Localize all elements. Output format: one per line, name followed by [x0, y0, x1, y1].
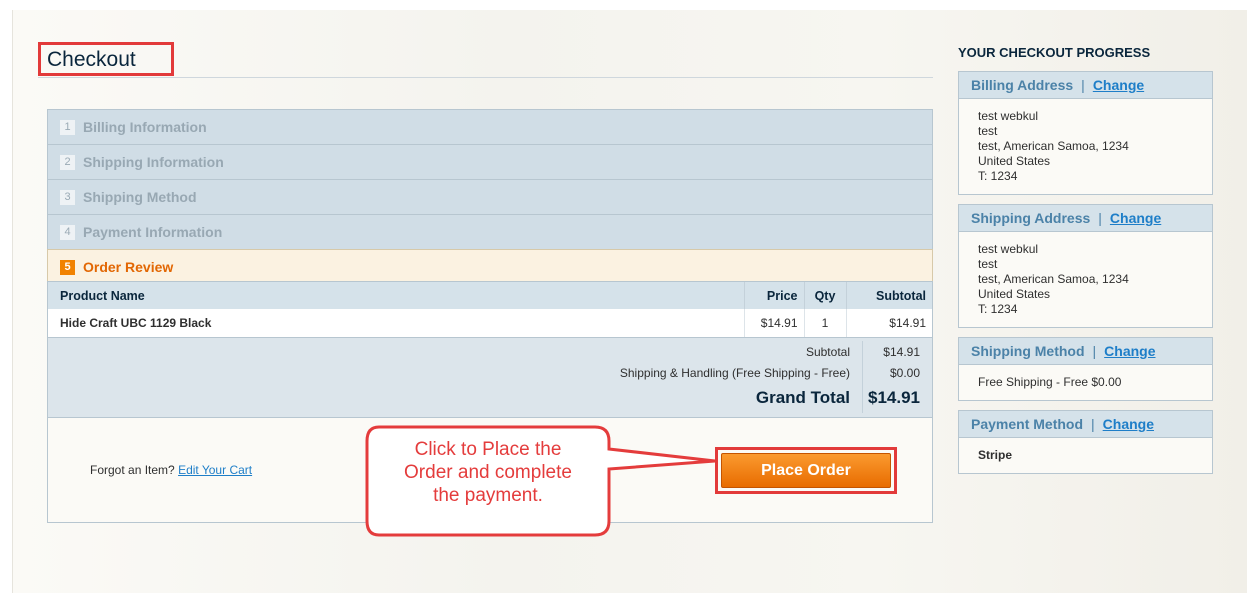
- product-qty: 1: [804, 309, 847, 337]
- billing-address-block: Billing Address | Change test webkul tes…: [958, 71, 1213, 195]
- step-label: Billing Information: [83, 119, 207, 135]
- address-line: United States: [978, 287, 1051, 301]
- separator: |: [1098, 210, 1102, 226]
- edit-cart-link[interactable]: Edit Your Cart: [178, 463, 252, 477]
- column-header-price: Price: [744, 282, 805, 309]
- callout-line: Order and complete: [404, 462, 572, 483]
- product-price: $14.91: [744, 309, 805, 337]
- callout-line: Click to Place the: [414, 439, 562, 460]
- checkout-progress-sidebar: YOUR CHECKOUT PROGRESS Billing Address |…: [958, 43, 1213, 483]
- payment-method-title: Payment Method: [971, 416, 1084, 432]
- totals-row-grand-total: Grand Total $14.91: [48, 383, 932, 413]
- subtotal-label: Subtotal: [805, 344, 850, 359]
- step-shipping-method[interactable]: 3 Shipping Method: [47, 179, 933, 214]
- forgot-item-text: Forgot an Item? Edit Your Cart: [90, 463, 252, 477]
- grand-total-value: $14.91: [862, 383, 932, 413]
- payment-method-heading: Payment Method | Change: [959, 411, 1212, 438]
- page-title: Checkout: [38, 42, 174, 76]
- step-number: 4: [60, 224, 75, 240]
- payment-method-body: Stripe: [959, 438, 1212, 473]
- address-line: test, American Samoa, 1234: [978, 272, 1129, 286]
- checkout-steps: 1 Billing Information 2 Shipping Informa…: [47, 109, 933, 284]
- order-totals: Subtotal $14.91 Shipping & Handling (Fre…: [48, 337, 932, 417]
- step-label: Payment Information: [83, 224, 223, 240]
- column-header-qty: Qty: [804, 282, 847, 309]
- step-label: Shipping Information: [83, 154, 224, 170]
- callout-text: Click to Place the Order and complete th…: [373, 438, 603, 507]
- product-name: Hide Craft UBC 1129 Black: [48, 309, 745, 337]
- grand-total-label: Grand Total: [755, 388, 850, 407]
- shipping-method-title: Shipping Method: [971, 343, 1085, 359]
- step-number: 5: [60, 259, 75, 275]
- shipping-method-change-link[interactable]: Change: [1104, 343, 1155, 359]
- address-line: T: 1234: [978, 302, 1018, 316]
- separator: |: [1091, 416, 1095, 432]
- step-label: Shipping Method: [83, 189, 197, 205]
- billing-address-body: test webkul test test, American Samoa, 1…: [959, 99, 1212, 194]
- step-order-review[interactable]: 5 Order Review: [47, 249, 933, 284]
- shipping-method-heading: Shipping Method | Change: [959, 338, 1212, 365]
- table-header-row: Product Name Price Qty Subtotal: [48, 282, 932, 309]
- table-row: Hide Craft UBC 1129 Black $14.91 1 $14.9…: [48, 309, 932, 337]
- billing-address-heading: Billing Address | Change: [959, 72, 1212, 99]
- shipping-label: Shipping & Handling (Free Shipping - Fre…: [619, 365, 850, 380]
- step-number: 1: [60, 119, 75, 135]
- step-label: Order Review: [83, 259, 174, 275]
- totals-row-subtotal: Subtotal $14.91: [48, 341, 932, 362]
- address-line: test: [978, 124, 998, 138]
- place-order-button[interactable]: Place Order: [721, 453, 891, 488]
- step-shipping-information[interactable]: 2 Shipping Information: [47, 144, 933, 179]
- sidebar-title: YOUR CHECKOUT PROGRESS: [958, 45, 1151, 60]
- billing-change-link[interactable]: Change: [1093, 77, 1144, 93]
- shipping-change-link[interactable]: Change: [1110, 210, 1161, 226]
- step-number: 2: [60, 154, 75, 170]
- subtotal-value: $14.91: [862, 341, 932, 362]
- address-line: T: 1234: [978, 169, 1018, 183]
- forgot-item-label: Forgot an Item?: [90, 463, 175, 477]
- step-billing-information[interactable]: 1 Billing Information: [47, 109, 933, 144]
- totals-row-shipping: Shipping & Handling (Free Shipping - Fre…: [48, 362, 932, 383]
- payment-method-change-link[interactable]: Change: [1103, 416, 1154, 432]
- title-bar: Checkout: [38, 42, 933, 78]
- shipping-method-block: Shipping Method | Change Free Shipping -…: [958, 337, 1213, 401]
- product-subtotal: $14.91: [889, 316, 926, 330]
- address-line: test: [978, 257, 998, 271]
- separator: |: [1092, 343, 1097, 359]
- step-payment-information[interactable]: 4 Payment Information: [47, 214, 933, 249]
- column-header-product-name: Product Name: [48, 282, 745, 309]
- address-line: United States: [978, 154, 1051, 168]
- billing-address-title: Billing Address: [971, 77, 1074, 93]
- address-line: test webkul: [978, 242, 1039, 256]
- address-line: test, American Samoa, 1234: [978, 139, 1129, 153]
- shipping-value: $0.00: [862, 362, 932, 383]
- shipping-address-heading: Shipping Address | Change: [959, 205, 1212, 232]
- shipping-address-title: Shipping Address: [971, 210, 1091, 226]
- shipping-method-body: Free Shipping - Free $0.00: [959, 365, 1212, 400]
- callout-line: the payment.: [433, 485, 543, 506]
- separator: |: [1081, 77, 1085, 93]
- address-line: test webkul: [978, 109, 1039, 123]
- payment-method-value: Stripe: [978, 448, 1013, 462]
- shipping-method-value: Free Shipping - Free $0.00: [978, 375, 1122, 389]
- order-review-table: Product Name Price Qty Subtotal Hide Cra…: [48, 282, 932, 337]
- step-number: 3: [60, 189, 75, 205]
- payment-method-block: Payment Method | Change Stripe: [958, 410, 1213, 474]
- instruction-callout: Click to Place the Order and complete th…: [365, 425, 745, 545]
- shipping-address-body: test webkul test test, American Samoa, 1…: [959, 232, 1212, 327]
- column-header-subtotal: Subtotal: [846, 282, 932, 309]
- shipping-address-block: Shipping Address | Change test webkul te…: [958, 204, 1213, 328]
